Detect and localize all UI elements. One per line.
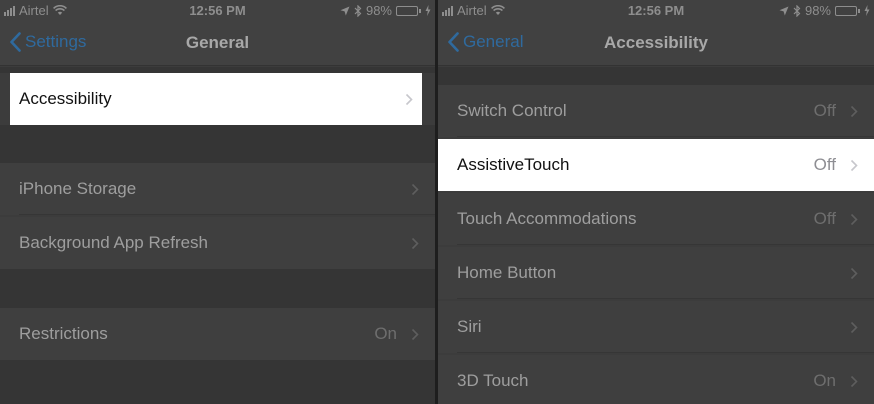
battery-percent: 98%	[365, 3, 392, 18]
chevron-right-icon	[850, 139, 858, 191]
chevron-right-icon	[411, 308, 419, 360]
row-assistivetouch[interactable]: AssistiveTouch Off	[438, 139, 874, 191]
row-accessibility[interactable]: Accessibility	[10, 73, 422, 125]
navigation-bar: Settings General	[0, 20, 435, 66]
chevron-right-icon	[850, 247, 858, 299]
chevron-right-icon	[405, 73, 413, 125]
row-label: Touch Accommodations	[457, 209, 637, 228]
row-value: Off	[813, 101, 836, 120]
chevron-right-icon	[850, 301, 858, 353]
chevron-right-icon	[411, 217, 419, 269]
row-3d-touch[interactable]: 3D Touch On	[438, 355, 874, 404]
row-home-button[interactable]: Home Button	[438, 247, 874, 299]
row-background-app-refresh[interactable]: Background App Refresh	[0, 217, 435, 269]
accessibility-screen: Airtel 12:56 PM 98% General Accessibilit…	[438, 0, 874, 404]
row-value: On	[374, 324, 397, 343]
status-bar: Airtel 12:56 PM 98%	[438, 0, 874, 20]
location-icon	[779, 6, 789, 15]
back-chevron-icon	[10, 32, 21, 52]
row-value: On	[813, 371, 836, 390]
row-touch-accommodations[interactable]: Touch Accommodations Off	[438, 193, 874, 245]
back-button[interactable]: General	[448, 32, 523, 52]
back-chevron-icon	[448, 32, 459, 52]
battery-percent: 98%	[804, 3, 831, 18]
section-gap	[0, 360, 435, 404]
row-value: Off	[813, 209, 836, 228]
row-label: 3D Touch	[457, 371, 529, 390]
row-label: Background App Refresh	[19, 233, 209, 252]
row-label: AssistiveTouch	[457, 155, 570, 174]
chevron-right-icon	[850, 355, 858, 404]
back-button[interactable]: Settings	[10, 32, 86, 52]
section-gap	[0, 269, 435, 308]
chevron-right-icon	[850, 193, 858, 245]
general-screen: Airtel 12:56 PM 98% Settings General Acc…	[0, 0, 435, 404]
row-label: iPhone Storage	[19, 179, 137, 198]
row-label: Accessibility	[19, 89, 112, 108]
back-label: General	[463, 32, 524, 51]
chevron-right-icon	[850, 85, 858, 137]
bluetooth-icon	[354, 4, 362, 17]
location-icon	[340, 6, 350, 15]
row-value: Off	[813, 155, 836, 174]
charging-icon	[425, 5, 431, 16]
battery-icon	[835, 5, 860, 16]
row-iphone-storage[interactable]: iPhone Storage	[0, 163, 435, 215]
row-label: Restrictions	[19, 324, 108, 343]
row-label: Siri	[457, 317, 482, 336]
section-gap	[438, 67, 874, 85]
chevron-right-icon	[411, 163, 419, 215]
row-switch-control[interactable]: Switch Control Off	[438, 85, 874, 137]
row-label: Home Button	[457, 263, 557, 282]
status-bar: Airtel 12:56 PM 98%	[0, 0, 435, 20]
row-label: Switch Control	[457, 101, 567, 120]
charging-icon	[864, 5, 870, 16]
navigation-bar: General Accessibility	[438, 20, 874, 66]
battery-icon	[396, 5, 421, 16]
section-gap	[0, 125, 435, 163]
back-label: Settings	[25, 32, 87, 51]
row-siri[interactable]: Siri	[438, 301, 874, 353]
bluetooth-icon	[793, 4, 801, 17]
row-restrictions[interactable]: Restrictions On	[0, 308, 435, 360]
